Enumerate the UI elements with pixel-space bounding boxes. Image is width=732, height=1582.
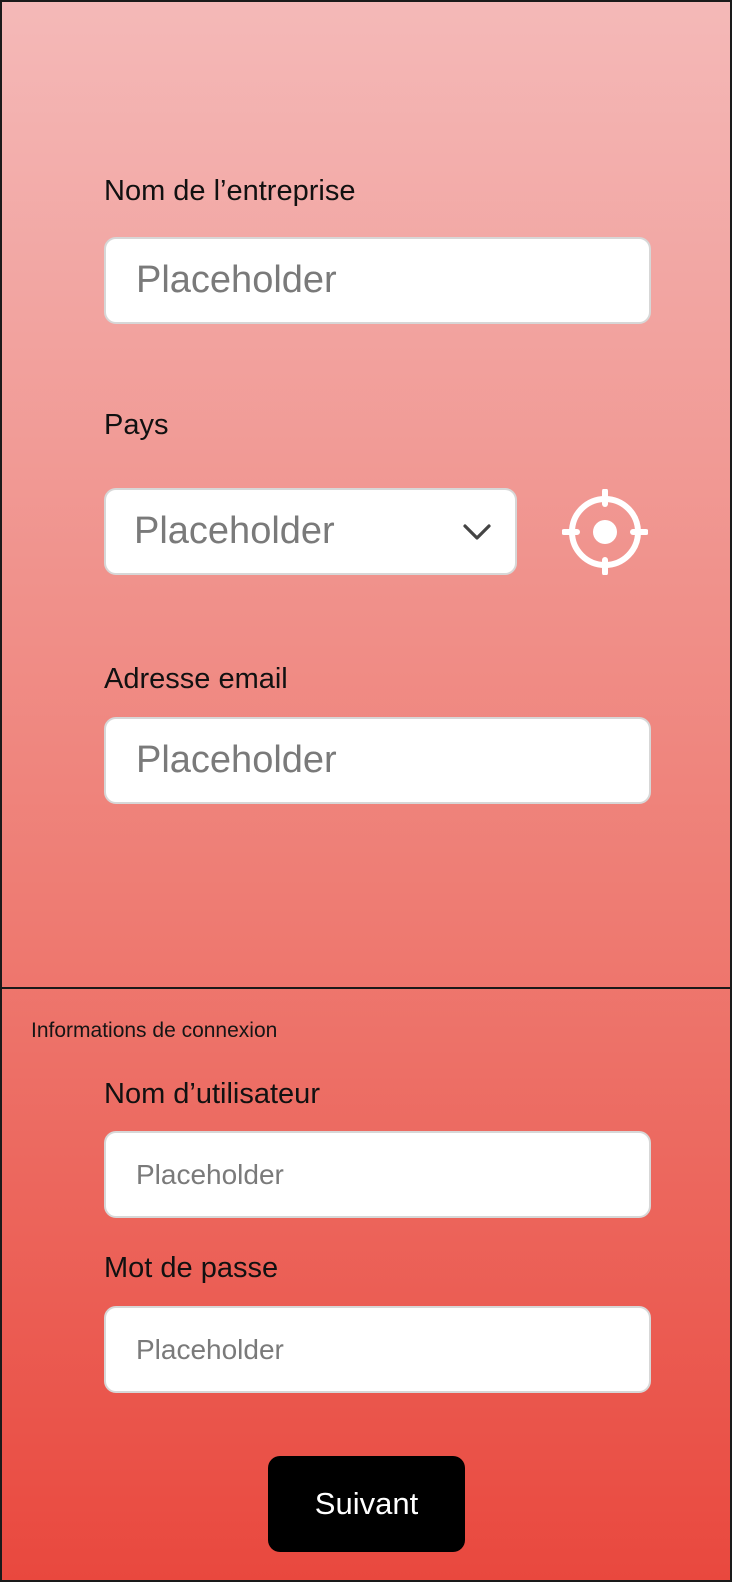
- company-name-field[interactable]: [104, 237, 651, 324]
- username-label: Nom d’utilisateur: [104, 1078, 320, 1110]
- company-name-input[interactable]: [134, 258, 649, 303]
- country-select-value: Placeholder: [134, 510, 335, 552]
- email-label: Adresse email: [104, 663, 288, 695]
- username-field[interactable]: [104, 1131, 651, 1218]
- email-field[interactable]: [104, 717, 651, 804]
- country-label: Pays: [104, 409, 169, 441]
- company-name-label: Nom de l’entreprise: [104, 175, 356, 207]
- password-input[interactable]: [134, 1332, 649, 1367]
- crosshair-location-icon[interactable]: [561, 488, 649, 576]
- password-label: Mot de passe: [104, 1252, 279, 1284]
- next-button[interactable]: Suivant: [268, 1456, 465, 1552]
- country-select[interactable]: Placeholder: [104, 488, 517, 575]
- login-section-title: Informations de connexion: [31, 1019, 278, 1042]
- registration-page: Nom de l’entreprise Pays Placeholder Adr…: [0, 0, 732, 1582]
- chevron-down-icon: [459, 514, 495, 550]
- email-input[interactable]: [134, 738, 649, 783]
- username-input[interactable]: [134, 1157, 649, 1192]
- password-field[interactable]: [104, 1306, 651, 1393]
